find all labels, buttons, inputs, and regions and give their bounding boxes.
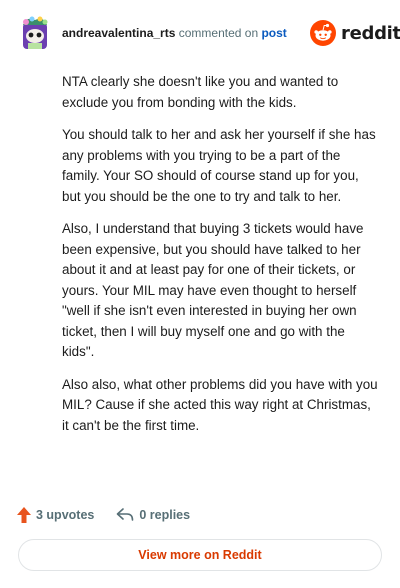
comment-paragraph: NTA clearly she doesn't like you and wan… bbox=[62, 74, 339, 110]
comment-body: NTA clearly she doesn't like you and wan… bbox=[62, 72, 378, 448]
comment-paragraph: Also also, what other problems did you h… bbox=[62, 376, 378, 433]
reddit-logo-icon bbox=[310, 20, 336, 46]
upvote-button[interactable]: 3 upvotes bbox=[17, 507, 94, 523]
comment-byline: andreavalentina_rts commented on post bbox=[62, 26, 287, 40]
upvote-count: 3 upvotes bbox=[36, 508, 95, 522]
comment-card: andreavalentina_rts commented on post re… bbox=[0, 0, 400, 588]
comment-footer: 3 upvotes 0 replies bbox=[17, 505, 212, 525]
reply-button[interactable]: 0 replies bbox=[116, 508, 190, 522]
comment-header: andreavalentina_rts commented on post re… bbox=[0, 0, 400, 66]
comment-paragraph: Also, I understand that buying 3 tickets… bbox=[62, 221, 364, 359]
username[interactable]: andreavalentina_rts bbox=[62, 26, 175, 40]
upvote-arrow-icon bbox=[17, 507, 31, 523]
snoo-avatar-icon[interactable] bbox=[20, 16, 50, 50]
reddit-logo[interactable]: reddit bbox=[310, 20, 400, 46]
reply-count: 0 replies bbox=[139, 508, 191, 522]
post-link[interactable]: post bbox=[261, 26, 286, 40]
reply-arrow-icon bbox=[117, 508, 134, 521]
reddit-wordmark: reddit bbox=[341, 22, 400, 44]
action-text: commented on bbox=[178, 26, 259, 40]
view-more-button[interactable]: View more on Reddit bbox=[18, 539, 382, 571]
comment-paragraph: You should talk to her and ask her yours… bbox=[62, 127, 376, 204]
